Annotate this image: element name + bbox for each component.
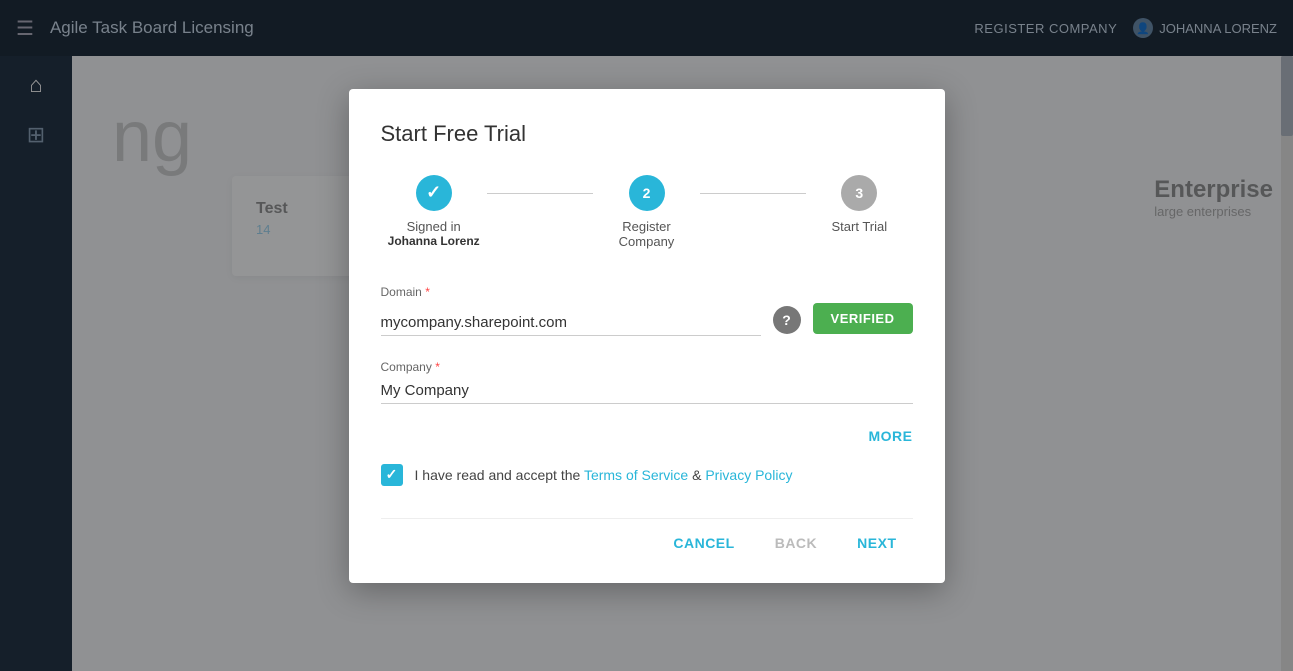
more-link[interactable]: MORE — [381, 428, 913, 444]
domain-input[interactable] — [381, 310, 761, 336]
verified-button[interactable]: VERIFIED — [813, 303, 913, 334]
terms-text: I have read and accept the Terms of Serv… — [415, 467, 793, 483]
step-1-label: Signed in — [407, 219, 461, 234]
step-line-1 — [487, 193, 593, 194]
dialog-title: Start Free Trial — [381, 121, 913, 147]
step-2: 2 Register Company — [593, 175, 699, 249]
step-2-circle: 2 — [629, 175, 665, 211]
next-button[interactable]: NEXT — [841, 527, 912, 559]
step-1-sublabel: Johanna Lorenz — [388, 234, 480, 248]
domain-field-group: Domain * ? VERIFIED — [381, 285, 913, 336]
terms-checkbox[interactable] — [381, 464, 403, 486]
company-input[interactable] — [381, 378, 913, 404]
company-label: Company * — [381, 360, 913, 374]
terms-of-service-link[interactable]: Terms of Service — [584, 467, 688, 483]
company-field-group: Company * — [381, 360, 913, 404]
domain-row: ? VERIFIED — [381, 303, 913, 336]
terms-checkbox-row: I have read and accept the Terms of Serv… — [381, 464, 913, 486]
help-icon[interactable]: ? — [773, 306, 801, 334]
step-3-circle: 3 — [841, 175, 877, 211]
step-3: 3 Start Trial — [806, 175, 912, 234]
domain-label: Domain * — [381, 285, 913, 299]
step-1-circle — [416, 175, 452, 211]
privacy-policy-link[interactable]: Privacy Policy — [705, 467, 792, 483]
step-3-label: Start Trial — [832, 219, 888, 234]
domain-input-wrap — [381, 310, 761, 336]
stepper: Signed in Johanna Lorenz 2 Register Comp… — [381, 175, 913, 249]
cancel-button[interactable]: CANCEL — [657, 527, 750, 559]
step-1: Signed in Johanna Lorenz — [380, 175, 486, 248]
start-free-trial-dialog: Start Free Trial Signed in Johanna Loren… — [349, 89, 945, 583]
dialog-actions: CANCEL BACK NEXT — [381, 518, 913, 559]
back-button[interactable]: BACK — [759, 527, 833, 559]
step-2-label: Register Company — [593, 219, 699, 249]
step-line-2 — [700, 193, 806, 194]
